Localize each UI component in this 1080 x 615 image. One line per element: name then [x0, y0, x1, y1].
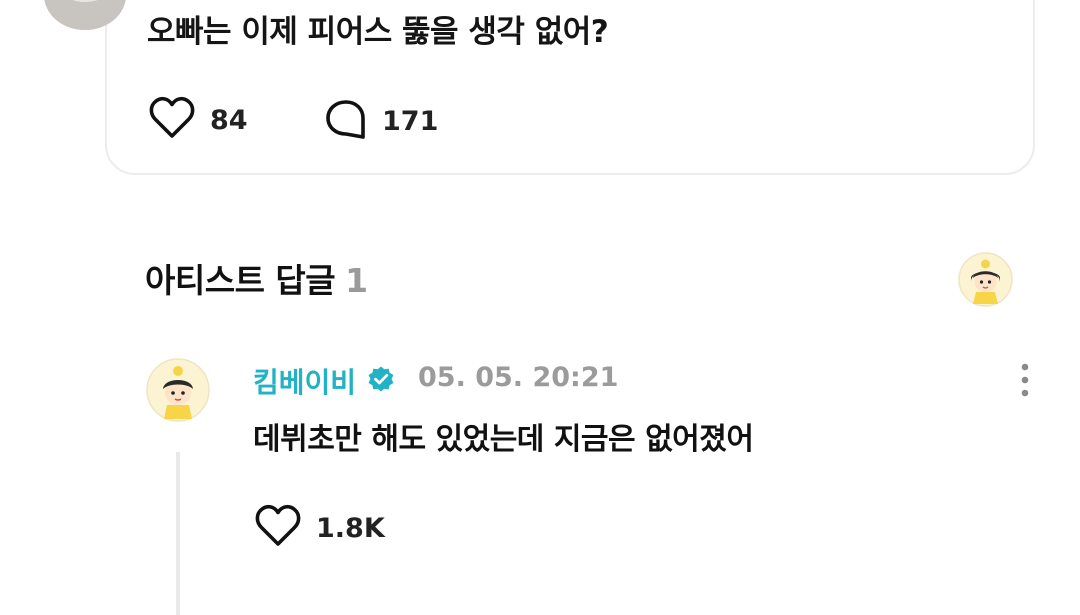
post-comment-count: 171	[382, 105, 439, 137]
post-comment-stat[interactable]: 171	[324, 98, 438, 144]
post-like-stat[interactable]: 84	[148, 96, 248, 144]
comment-bubble-icon[interactable]	[324, 98, 368, 144]
reply-timestamp: 05. 05. 20:21	[418, 362, 619, 393]
artist-replies-title: 아티스트 답글 1	[145, 254, 368, 302]
reply-text: 데뷔초만 해도 있었는데 지금은 없어졌어	[253, 422, 754, 457]
artist-avatar-icon[interactable]	[958, 252, 1013, 307]
post-like-count: 84	[210, 104, 248, 136]
heart-icon[interactable]	[148, 96, 196, 144]
heart-icon[interactable]	[254, 504, 302, 552]
reply-author-avatar[interactable]	[146, 358, 210, 422]
reply-like-stat[interactable]: 1.8K	[254, 504, 385, 552]
artist-replies-label: 아티스트 답글	[145, 261, 336, 300]
artist-replies-count: 1	[345, 261, 368, 300]
reply-author-name[interactable]: 킴베이비	[253, 361, 356, 401]
reply-like-count: 1.8K	[316, 512, 385, 544]
verified-badge-icon	[367, 365, 395, 393]
more-options-icon[interactable]	[1012, 362, 1038, 398]
thread-line	[176, 452, 180, 615]
post-text: 오빠는 이제 피어스 뚫을 생각 없어?	[147, 14, 609, 50]
